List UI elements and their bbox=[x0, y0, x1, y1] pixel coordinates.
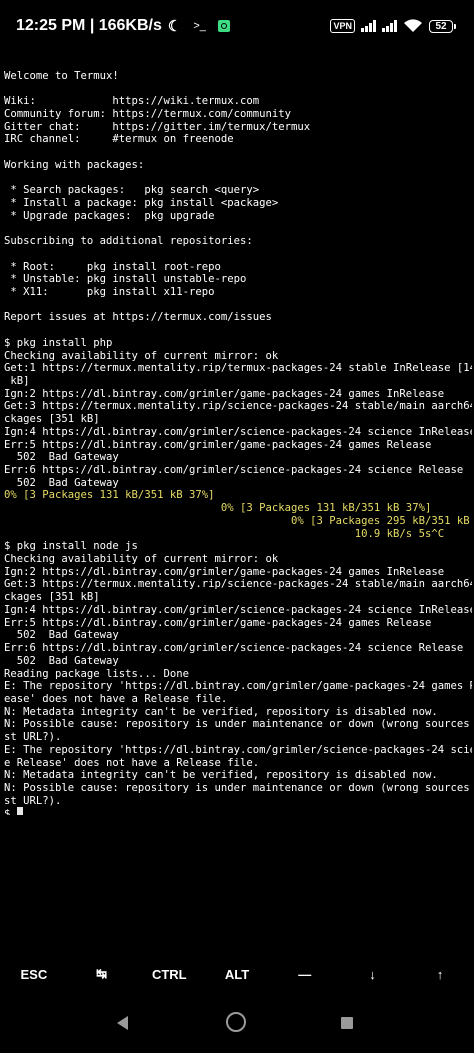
terminal-line: Ign:4 https://dl.bintray.com/grimler/sci… bbox=[4, 603, 472, 616]
terminal-line: Checking availability of current mirror:… bbox=[4, 349, 279, 362]
terminal-line: Subscribing to additional repositories: bbox=[4, 235, 253, 248]
terminal-line: Community forum: https://termux.com/comm… bbox=[4, 107, 292, 120]
terminal-line: Err:6 https://dl.bintray.com/grimler/sci… bbox=[4, 464, 464, 476]
battery-icon: 52 bbox=[429, 19, 456, 33]
terminal-line: 0% [3 Packages 131 kB/351 kB 37%] bbox=[4, 489, 215, 502]
home-icon[interactable] bbox=[226, 1012, 246, 1032]
dash-key[interactable]: — bbox=[271, 954, 339, 994]
terminal-line: ckages [351 kB] bbox=[4, 413, 100, 426]
vpn-badge: VPN bbox=[330, 19, 355, 33]
terminal-line: Get:1 https://termux.mentality.rip/termu… bbox=[4, 362, 472, 375]
terminal-line: 502 Bad Gateway bbox=[4, 451, 119, 464]
text-cursor bbox=[16, 807, 23, 815]
terminal-line: * Upgrade packages: pkg upgrade bbox=[4, 209, 215, 222]
esc-key[interactable]: ESC bbox=[0, 954, 68, 994]
terminal-line: Gitter chat: https://gitter.im/termux/te… bbox=[4, 120, 311, 133]
terminal-line: * Root: pkg install root-repo bbox=[4, 260, 221, 273]
terminal-line: st URL?). bbox=[4, 731, 62, 744]
terminal-line: Ign:2 https://dl.bintray.com/grimler/gam… bbox=[4, 387, 445, 400]
terminal-line: N: Metadata integrity can't be verified,… bbox=[4, 769, 438, 782]
terminal-line: Get:3 https://termux.mentality.rip/scien… bbox=[4, 400, 472, 413]
status-left: 12:25 PM | 166KB/s ☾ >_ bbox=[16, 17, 230, 35]
terminal-output[interactable]: Welcome to Termux! Wiki: https://wiki.ter… bbox=[4, 57, 472, 815]
status-right: VPN 52 bbox=[330, 19, 456, 33]
terminal-line: 10.9 kB/s 5s^C bbox=[4, 527, 445, 540]
battery-level: 52 bbox=[429, 19, 453, 33]
ctrl-key[interactable]: CTRL bbox=[135, 954, 203, 994]
terminal-line: Report issues at https://termux.com/issu… bbox=[4, 311, 272, 324]
terminal-line: 502 Bad Gateway bbox=[4, 629, 119, 642]
terminal-line: 0% [3 Packages 295 kB/351 kB 84%] bbox=[4, 514, 472, 527]
terminal-line: Welcome to Termux! bbox=[4, 69, 119, 82]
signal-icon-2 bbox=[382, 20, 397, 32]
terminal-line: * Unstable: pkg install unstable-repo bbox=[4, 273, 247, 286]
status-time-speed: 12:25 PM | 166KB/s bbox=[16, 17, 162, 34]
terminal-line: $ pkg install node js bbox=[4, 540, 138, 553]
terminal-line: Checking availability of current mirror:… bbox=[4, 553, 279, 566]
alt-key[interactable]: ALT bbox=[203, 954, 271, 994]
down-key[interactable]: ↓ bbox=[339, 954, 407, 994]
terminal-line: E: The repository 'https://dl.bintray.co… bbox=[4, 680, 472, 693]
terminal-line: Err:6 https://dl.bintray.com/grimler/sci… bbox=[4, 642, 464, 655]
terminal-line: * X11: pkg install x11-repo bbox=[4, 285, 215, 298]
signal-icon bbox=[361, 20, 376, 32]
recents-icon[interactable] bbox=[341, 1017, 353, 1029]
terminal-line: ckages [351 kB] bbox=[4, 591, 100, 604]
terminal-line: Get:3 https://termux.mentality.rip/scien… bbox=[4, 578, 472, 591]
extra-keys-row: ESC ↹ CTRL ALT — ↓ ↑ bbox=[0, 954, 474, 994]
terminal-line: st URL?). bbox=[4, 794, 62, 807]
terminal-line: e Release' does not have a Release file. bbox=[4, 756, 260, 769]
navigation-bar bbox=[0, 998, 474, 1053]
terminal-line: Err:5 https://dl.bintray.com/grimler/gam… bbox=[4, 616, 432, 629]
terminal-line: Ign:2 https://dl.bintray.com/grimler/gam… bbox=[4, 565, 445, 578]
terminal-line: Reading package lists... Done bbox=[4, 667, 189, 680]
terminal-line: N: Possible cause: repository is under m… bbox=[4, 718, 472, 731]
terminal-line: 502 Bad Gateway bbox=[4, 654, 119, 667]
terminal-line: Err:5 https://dl.bintray.com/grimler/gam… bbox=[4, 438, 432, 451]
terminal-line: N: Possible cause: repository is under m… bbox=[4, 781, 472, 794]
terminal-line: * Install a package: pkg install <packag… bbox=[4, 196, 279, 209]
app-notification-icon bbox=[217, 20, 230, 32]
terminal-line: IRC channel: #termux on freenode bbox=[4, 133, 234, 146]
terminal-line: Ign:4 https://dl.bintray.com/grimler/sci… bbox=[4, 425, 472, 438]
terminal-line: E: The repository 'https://dl.bintray.co… bbox=[4, 743, 472, 756]
terminal-prompt-line[interactable]: $ bbox=[4, 807, 472, 815]
terminal-line: kB] bbox=[4, 374, 30, 387]
moon-icon: ☾ bbox=[167, 18, 182, 35]
terminal-prompt-icon: >_ bbox=[193, 20, 206, 32]
tab-key[interactable]: ↹ bbox=[68, 954, 136, 994]
terminal-line: 0% [3 Packages 131 kB/351 kB 37%] bbox=[4, 502, 432, 515]
terminal-line: Wiki: https://wiki.termux.com bbox=[4, 95, 260, 108]
wifi-icon bbox=[404, 19, 422, 32]
back-icon[interactable] bbox=[117, 1016, 128, 1030]
terminal-line: N: Metadata integrity can't be verified,… bbox=[4, 705, 438, 718]
up-key[interactable]: ↑ bbox=[406, 954, 474, 994]
terminal-line: * Search packages: pkg search <query> bbox=[4, 184, 260, 197]
prompt-symbol: $ bbox=[4, 808, 17, 815]
terminal-line: Working with packages: bbox=[4, 158, 145, 171]
status-bar: 12:25 PM | 166KB/s ☾ >_ VPN 52 bbox=[0, 0, 474, 56]
terminal-line: ease' does not have a Release file. bbox=[4, 692, 228, 705]
terminal-line: 502 Bad Gateway bbox=[4, 476, 119, 489]
terminal-line: $ pkg install php bbox=[4, 336, 113, 349]
